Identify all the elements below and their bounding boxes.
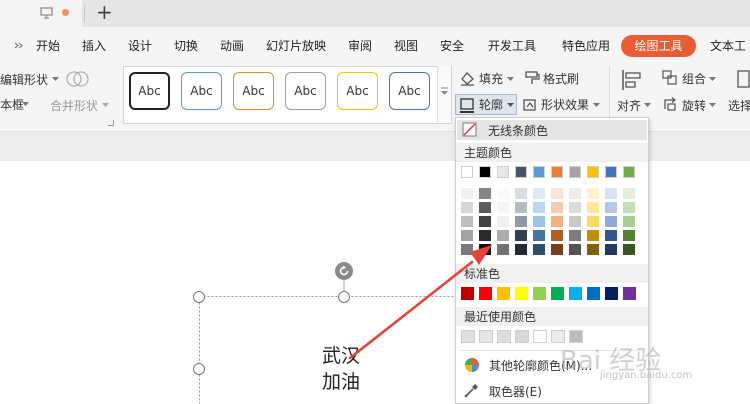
watermark-url: jingyan.baidu.com — [600, 370, 693, 381]
